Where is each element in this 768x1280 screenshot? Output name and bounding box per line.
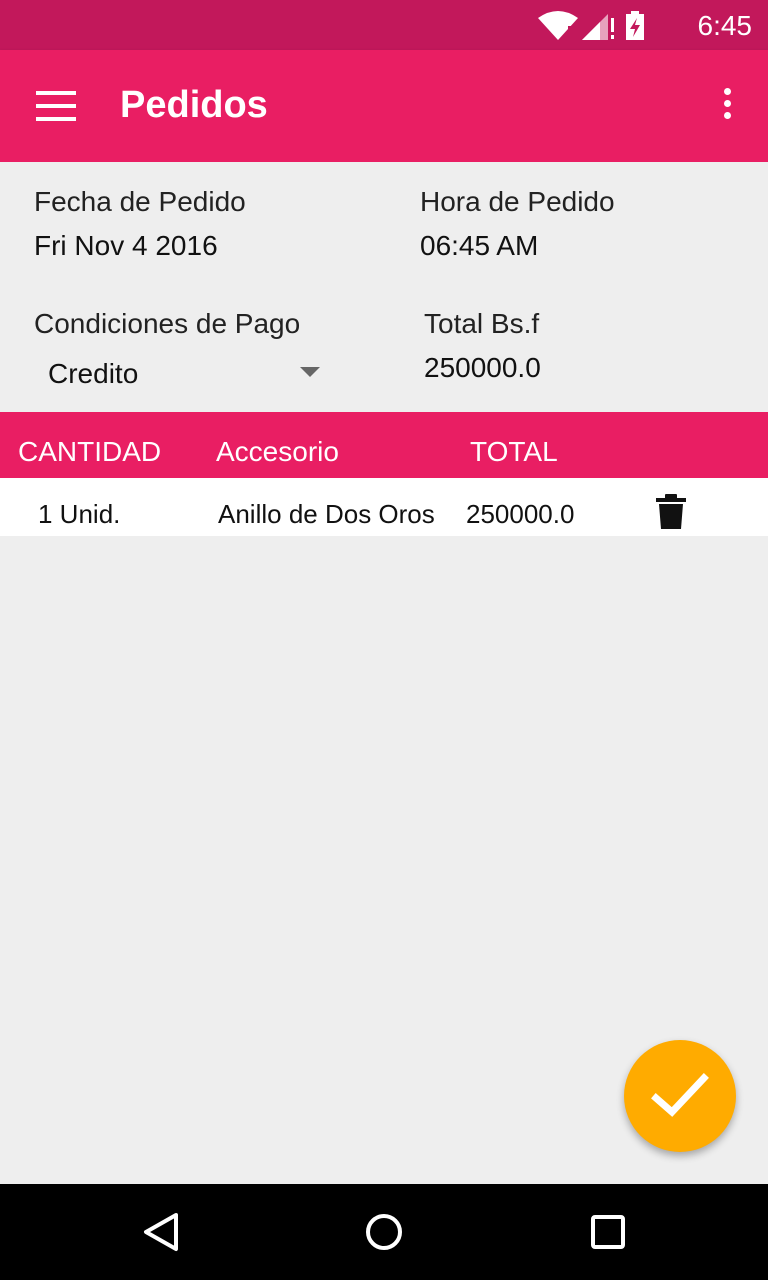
date-label: Fecha de Pedido bbox=[34, 186, 246, 217]
status-icons bbox=[538, 11, 644, 41]
time-value: 06:45 AM bbox=[420, 230, 539, 261]
wifi-icon bbox=[538, 11, 578, 41]
signal-icon bbox=[582, 14, 614, 40]
check-icon bbox=[651, 1073, 709, 1117]
status-bar: 6:45 bbox=[0, 0, 768, 50]
page-title: Pedidos bbox=[120, 84, 268, 126]
total-value: 250000.0 bbox=[424, 352, 541, 383]
time-label: Hora de Pedido bbox=[420, 186, 615, 217]
navigation-bar bbox=[0, 1184, 768, 1280]
overflow-menu-icon[interactable] bbox=[722, 88, 732, 124]
table-header: CANTIDAD Accesorio TOTAL bbox=[0, 412, 768, 478]
chevron-down-icon bbox=[300, 367, 320, 377]
confirm-fab[interactable] bbox=[624, 1040, 736, 1152]
total-label: Total Bs.f bbox=[424, 308, 540, 339]
back-icon[interactable] bbox=[142, 1212, 180, 1252]
table-row[interactable]: 1 Unid. Anillo de Dos Oros 250000.0 bbox=[0, 478, 768, 536]
row-quantity: 1 Unid. bbox=[38, 499, 121, 529]
app-bar: Pedidos bbox=[0, 50, 768, 162]
header-cantidad: CANTIDAD bbox=[18, 436, 162, 467]
menu-icon[interactable] bbox=[36, 91, 76, 121]
payment-dropdown[interactable]: Credito bbox=[34, 348, 334, 392]
order-details: Fecha de Pedido Fri Nov 4 2016 Hora de P… bbox=[0, 162, 768, 412]
row-item: Anillo de Dos Oros bbox=[218, 499, 435, 529]
delete-icon[interactable] bbox=[654, 494, 688, 530]
recents-icon[interactable] bbox=[590, 1212, 626, 1252]
battery-icon bbox=[626, 11, 644, 40]
header-total: TOTAL bbox=[470, 436, 558, 467]
row-total: 250000.0 bbox=[466, 499, 575, 529]
status-time: 6:45 bbox=[697, 10, 753, 41]
home-icon[interactable] bbox=[364, 1212, 404, 1252]
date-value: Fri Nov 4 2016 bbox=[34, 230, 218, 261]
payment-value: Credito bbox=[48, 358, 139, 389]
header-accesorio: Accesorio bbox=[216, 436, 339, 467]
payment-label: Condiciones de Pago bbox=[34, 308, 301, 339]
